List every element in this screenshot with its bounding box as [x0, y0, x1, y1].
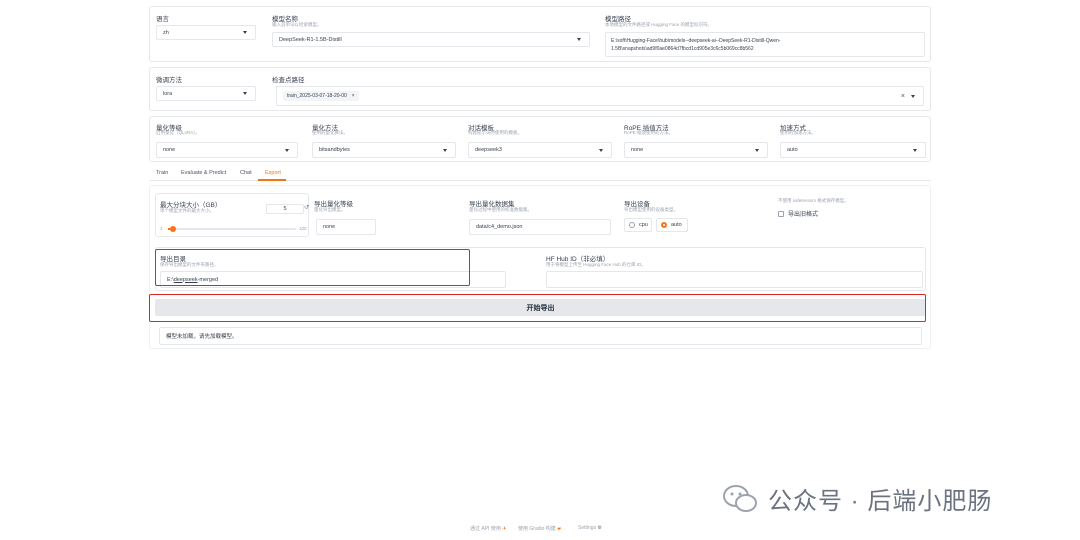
remove-tag-icon[interactable]: ×	[352, 93, 355, 99]
gear-icon: ⚙	[597, 525, 602, 531]
highlight-start-export	[149, 294, 926, 322]
device-cpu-text: cpu	[639, 222, 648, 228]
checkpoint-tag[interactable]: train_2025-03-07-18-20-00 ×	[283, 91, 359, 101]
quant-bit-select[interactable]: none	[156, 142, 298, 158]
model-path-line-2: 1.5B\snapshots\ad9f0ae0864d7fbcd1cd905e3…	[611, 45, 754, 52]
device-option-auto[interactable]: auto	[656, 218, 688, 232]
shard-size-number-input[interactable]: 5	[266, 204, 304, 214]
export-quant-dataset-info: 量化过程中使用的校准数据集。	[469, 207, 532, 212]
shard-size-min: 1	[160, 226, 163, 231]
booster-value: auto	[787, 147, 798, 153]
clear-icon[interactable]: ×	[901, 93, 905, 100]
model-settings-card: 语言 zh 模型名称 输入首单词以检索模型。 DeepSeek-R1-1.5B-…	[149, 6, 931, 62]
export-status-output: 模型未加载，请先加载模型。	[159, 327, 922, 345]
quant-method-value: bitsandbytes	[319, 147, 350, 153]
export-quant-dataset-input[interactable]: data/c4_demo.json	[469, 219, 611, 235]
device-option-cpu[interactable]: cpu	[624, 218, 652, 232]
export-device-info: 导出模型使用的设备类型。	[624, 207, 678, 212]
export-legacy-info: 不使用 safetensors 格式保存模型。	[778, 198, 849, 203]
chevron-down-icon	[913, 148, 917, 152]
shard-size-card: 最大分块大小（GB） 单个模型文件的最大大小。 5 ↺ 1 100	[155, 193, 309, 237]
slider-thumb[interactable]	[170, 226, 177, 232]
finetune-method-value: lora	[163, 90, 173, 97]
quant-method-info: 使用的量化算法。	[312, 130, 348, 135]
export-quant-bit-info: 量化导出模型。	[314, 207, 346, 212]
model-path-line-1: E:\soft\Hugging-Face\hub\models--deepsee…	[611, 37, 781, 44]
shard-size-value: 5	[283, 206, 287, 212]
shard-size-info: 单个模型文件的最大大小。	[160, 208, 214, 213]
hub-id-info: 用于将模型上传至 Hugging Face Hub 的仓库 ID。	[546, 262, 646, 267]
model-name-value: DeepSeek-R1-1.5B-Distill	[279, 36, 342, 43]
chevron-down-icon	[285, 148, 289, 152]
model-path-input[interactable]: E:\soft\Hugging-Face\hub\models--deepsee…	[605, 32, 925, 57]
shard-size-max: 100	[299, 226, 307, 231]
footer-api-link[interactable]: 通过 API 使用 ✈	[470, 525, 506, 532]
export-quant-bit-value: none	[323, 224, 336, 230]
checkpoint-label: 检查点路径	[272, 77, 305, 84]
quant-bit-value: none	[163, 147, 176, 153]
tab-evaluate-predict[interactable]: Evaluate & Predict	[181, 170, 226, 176]
chevron-down-icon	[243, 31, 247, 34]
export-legacy-checkbox[interactable]	[778, 210, 784, 217]
active-tab-indicator	[258, 179, 286, 181]
export-quant-bit-select[interactable]: none	[316, 219, 376, 235]
template-select[interactable]: deepseek3	[468, 142, 612, 158]
rope-value: none	[631, 147, 644, 153]
language-value: zh	[163, 29, 169, 36]
checkpoint-select[interactable]: train_2025-03-07-18-20-00 × ×	[276, 86, 924, 106]
device-auto-text: auto	[671, 222, 682, 228]
chevron-down-icon	[443, 148, 447, 152]
template-value: deepseek3	[475, 147, 502, 153]
export-quant-dataset-value: data/c4_demo.json	[476, 224, 523, 230]
advanced-card: 量化等级 启用量化（QLoRA）。 none 量化方法 使用的量化算法。 bit…	[149, 116, 931, 162]
radio-auto[interactable]	[661, 222, 667, 228]
footer-settings-text: Settings	[578, 525, 597, 531]
template-info: 构建提示词时使用的模板。	[468, 130, 522, 135]
finetune-method-label: 微调方法	[156, 77, 182, 84]
language-select[interactable]: zh	[156, 25, 256, 40]
finetune-card: 微调方法 lora 检查点路径 train_2025-03-07-18-20-0…	[149, 67, 931, 111]
chevron-down-icon	[755, 148, 759, 152]
tab-chat[interactable]: Chat	[240, 170, 252, 176]
model-name-select[interactable]: DeepSeek-R1-1.5B-Distill	[272, 32, 590, 47]
highlight-export-dir	[155, 249, 470, 286]
footer-api-text: 通过 API 使用	[470, 526, 501, 532]
footer-gradio-text: 使用 Gradio 构建	[518, 526, 556, 532]
booster-select[interactable]: auto	[780, 142, 926, 158]
wechat-icon	[723, 484, 757, 512]
export-status-text: 模型未加载，请先加载模型。	[166, 334, 238, 340]
gradio-logo-icon: ▰	[557, 526, 562, 532]
reset-icon[interactable]: ↺	[304, 204, 309, 211]
quant-bit-info: 启用量化（QLoRA）。	[156, 130, 201, 135]
checkpoint-tag-text: train_2025-03-07-18-20-00	[287, 93, 347, 99]
chevron-down-icon[interactable]	[911, 94, 915, 98]
chevron-down-icon	[599, 148, 603, 152]
shard-size-slider[interactable]	[168, 226, 296, 232]
quant-method-select[interactable]: bitsandbytes	[312, 142, 456, 158]
booster-info: 使用的加速方法。	[780, 130, 816, 135]
chevron-down-icon	[243, 92, 247, 95]
language-label: 语言	[156, 16, 169, 23]
rope-select[interactable]: none	[624, 142, 768, 158]
model-name-info: 输入首单词以检索模型。	[272, 22, 322, 27]
watermark-text: 公众号 · 后端小肥肠	[768, 488, 993, 515]
footer-settings-link[interactable]: Settings ⚙	[578, 525, 602, 531]
model-path-info: 本地模型的文件路径或 Hugging Face 的模型标识符。	[605, 22, 713, 27]
rocket-icon: ✈	[502, 526, 507, 532]
rope-info: RoPE 缩放使用的方法。	[624, 130, 674, 135]
tab-export[interactable]: Export	[265, 170, 281, 176]
tab-train[interactable]: Train	[156, 170, 168, 176]
export-legacy-label: 导出旧格式	[788, 212, 819, 218]
finetune-method-select[interactable]: lora	[156, 86, 256, 101]
chevron-down-icon	[577, 38, 581, 41]
export-legacy-checkbox-row[interactable]: 导出旧格式	[778, 209, 818, 218]
footer-gradio-link[interactable]: 使用 Gradio 构建 ▰	[518, 525, 561, 532]
watermark: 公众号 · 后端小肥肠	[722, 481, 992, 516]
hub-id-input[interactable]	[546, 271, 923, 288]
radio-cpu[interactable]	[629, 222, 635, 228]
